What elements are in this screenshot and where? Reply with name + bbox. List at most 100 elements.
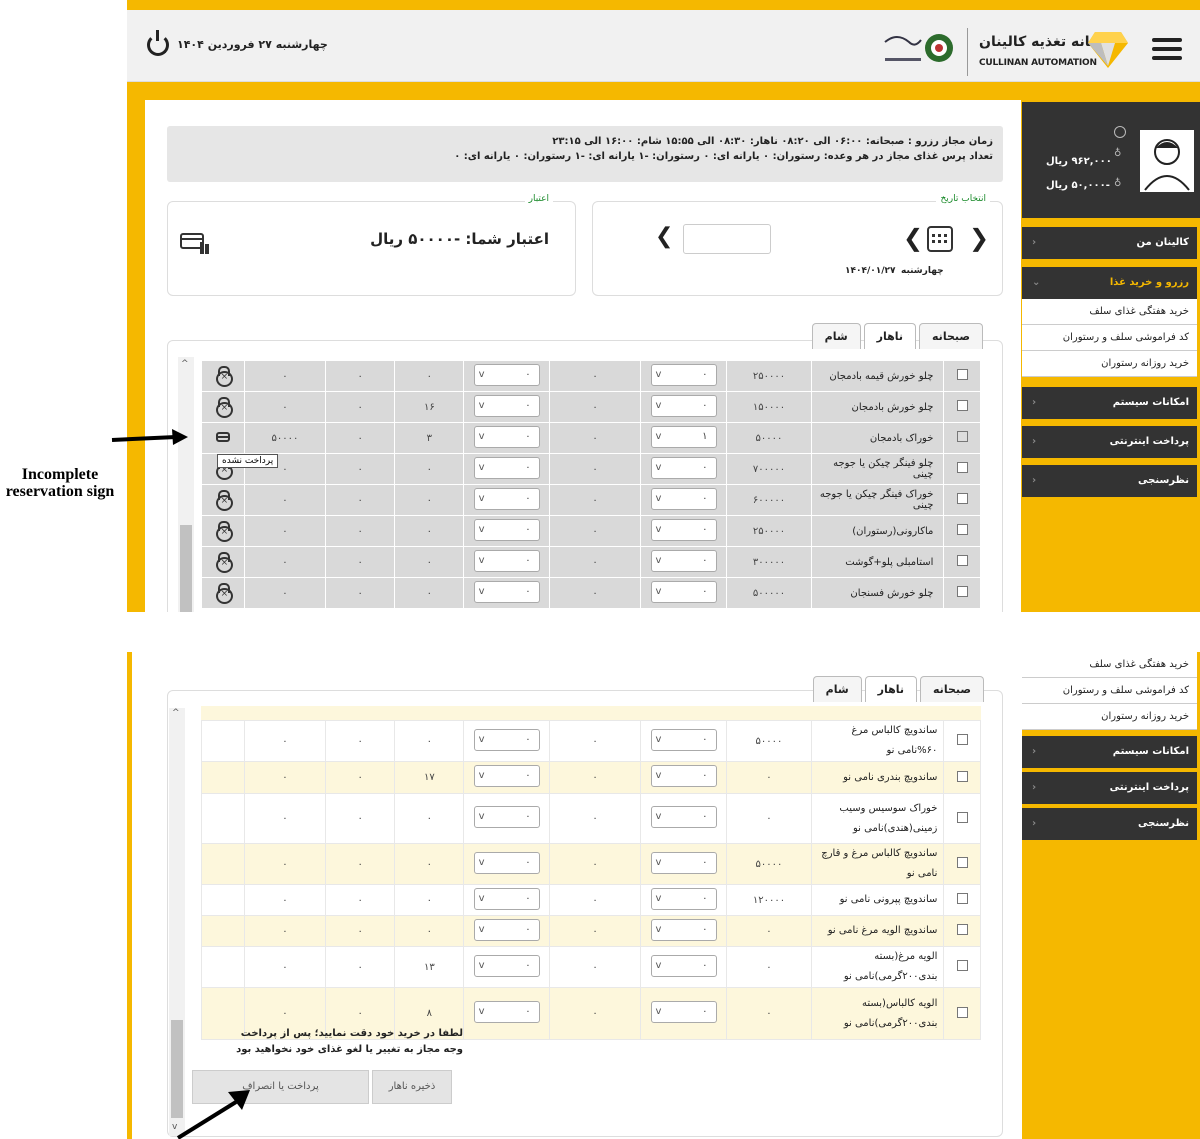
table-row: چلو خورش قیمه بادمجان ۲۵۰۰۰۰ ۰ v ۰ ۰ v ۰ ۰ ۰: [201, 360, 981, 392]
sidebar-sub-weekly[interactable]: خرید هفتگی غذای سلف: [1022, 652, 1197, 678]
quantity-select[interactable]: ۰v: [650, 456, 717, 479]
lock-icon[interactable]: [215, 366, 233, 387]
row-checkbox[interactable]: [956, 1006, 968, 1018]
quantity-select[interactable]: ۰v: [650, 806, 717, 828]
diamond-logo-icon: [1087, 30, 1129, 70]
lock-icon[interactable]: [215, 490, 233, 511]
lock-icon[interactable]: [215, 397, 233, 418]
sidebar-sub-daily[interactable]: خرید روزانه رستوران: [1022, 351, 1197, 377]
quantity-select[interactable]: ۰v: [473, 728, 540, 751]
select-value: ۰: [702, 368, 708, 380]
sidebar-item-survey[interactable]: نظرسنجی ‹: [1022, 465, 1197, 497]
quantity-select[interactable]: ۰v: [473, 487, 540, 510]
quantity-select[interactable]: ۰v: [473, 394, 540, 417]
sidebar-item-survey[interactable]: نظرسنجی ‹: [1022, 808, 1197, 840]
scroll-thumb[interactable]: [180, 525, 192, 612]
menu-icon[interactable]: [1152, 38, 1182, 62]
scroll-up-icon[interactable]: ^: [181, 359, 189, 369]
sidebar-sub-forgot-code[interactable]: کد فراموشی سلف و رستوران: [1022, 678, 1197, 704]
row-checkbox[interactable]: [956, 555, 968, 566]
quantity-select[interactable]: ۰v: [650, 887, 717, 910]
date-input[interactable]: [683, 224, 771, 254]
unpaid-card-icon[interactable]: [215, 431, 230, 442]
sidebar-item-system[interactable]: امکانات سیستم ‹: [1022, 736, 1197, 768]
date-input-chevron-icon[interactable]: ❮: [655, 224, 673, 249]
balance-secondary: -۵۰,۰۰۰ ریال: [1046, 180, 1110, 191]
quantity-select[interactable]: ۰v: [473, 1001, 540, 1023]
chevron-down-icon: v: [478, 923, 485, 935]
quantity-select[interactable]: ۰v: [650, 487, 717, 510]
quantity-select[interactable]: ۰v: [650, 394, 717, 417]
power-icon[interactable]: [147, 30, 169, 56]
row-checkbox[interactable]: [956, 431, 968, 442]
next-day-chevron-icon[interactable]: ❮: [903, 224, 923, 252]
tab-breakfast[interactable]: صبحانه: [920, 676, 984, 702]
sidebar-item-system[interactable]: امکانات سیستم ‹: [1022, 387, 1197, 419]
lock-icon[interactable]: [215, 552, 233, 573]
row-checkbox[interactable]: [956, 369, 968, 380]
tab-dinner[interactable]: شام: [811, 323, 861, 349]
select-cell: ۰v: [463, 515, 550, 547]
quantity-select[interactable]: ۰v: [650, 580, 717, 603]
scroll-up-icon[interactable]: ^: [172, 708, 180, 718]
sidebar-item-payment[interactable]: پرداخت اینترنتی ‹: [1022, 772, 1197, 804]
row-checkbox[interactable]: [956, 924, 968, 935]
quantity-select[interactable]: ۰v: [650, 518, 717, 541]
quantity-select[interactable]: ۰v: [650, 1001, 717, 1023]
quantity-select[interactable]: ۰v: [473, 425, 540, 448]
table-row: ساندویچ پپرونی نامی نو ۱۲۰۰۰۰ ۰ v ۰ ۰ v ۰ ۰ ۰: [201, 884, 981, 916]
row-checkbox[interactable]: [956, 857, 968, 868]
tab-breakfast[interactable]: صبحانه: [919, 323, 983, 349]
quantity-select[interactable]: ۰v: [473, 363, 540, 386]
row-checkbox[interactable]: [956, 586, 968, 597]
quantity-select[interactable]: ۰v: [650, 851, 717, 874]
quantity-select[interactable]: ۰v: [473, 887, 540, 910]
sidebar-item-my-cullinan[interactable]: کالینان من ‹: [1022, 227, 1197, 259]
sidebar-sub-daily[interactable]: خرید روزانه رستوران: [1022, 704, 1197, 730]
quantity-select[interactable]: ۰v: [650, 549, 717, 572]
quantity-select[interactable]: ۰v: [473, 580, 540, 603]
select-value: ۰: [702, 770, 708, 781]
quantity-select[interactable]: ۰v: [650, 363, 717, 386]
quantity-select[interactable]: ۰v: [650, 918, 717, 941]
table-scrollbar[interactable]: ^: [178, 357, 194, 612]
tab-lunch[interactable]: ناهار: [864, 676, 918, 702]
value-cell: ۰: [325, 391, 396, 423]
quantity-select[interactable]: ۰v: [650, 954, 717, 977]
sidebar-item-payment[interactable]: پرداخت اینترنتی ‹: [1022, 426, 1197, 458]
row-checkbox[interactable]: [956, 734, 968, 745]
quantity-select[interactable]: ۰v: [473, 806, 540, 828]
row-checkbox[interactable]: [956, 524, 968, 535]
quantity-select[interactable]: ۱v: [650, 425, 717, 448]
sidebar-item-reserve[interactable]: رزرو و خرید غذا ⌄: [1022, 267, 1197, 299]
value-cell: ۱۳: [394, 946, 465, 988]
quantity-select[interactable]: ۰v: [473, 918, 540, 941]
quantity-select[interactable]: ۰v: [650, 765, 717, 787]
row-checkbox[interactable]: [956, 770, 968, 782]
row-checkbox[interactable]: [956, 493, 968, 504]
save-lunch-button[interactable]: ذخیره ناهار: [372, 1070, 452, 1104]
prev-day-chevron-icon[interactable]: ❯: [969, 224, 989, 252]
tab-dinner[interactable]: شام: [812, 676, 862, 702]
row-checkbox[interactable]: [956, 400, 968, 411]
checkbox-cell: [943, 793, 981, 844]
lock-icon[interactable]: [215, 583, 233, 604]
table-scrollbar-bottom[interactable]: ^ v: [169, 708, 185, 1136]
tab-lunch[interactable]: ناهار: [863, 323, 917, 349]
sidebar-sub-weekly[interactable]: خرید هفتگی غذای سلف: [1022, 299, 1197, 325]
row-checkbox[interactable]: [956, 811, 968, 823]
quantity-select[interactable]: ۰v: [473, 518, 540, 541]
quantity-select[interactable]: ۰v: [473, 456, 540, 479]
row-checkbox[interactable]: [956, 462, 968, 473]
sidebar-sub-forgot-code[interactable]: کد فراموشی سلف و رستوران: [1022, 325, 1197, 351]
quantity-select[interactable]: ۰v: [473, 851, 540, 874]
table-row: چلو فینگر چیکن یا جوجه چینی ۷۰۰۰۰۰ ۰ v ۰ ۰ v ۰ ۰…: [201, 453, 981, 485]
quantity-select[interactable]: ۰v: [650, 728, 717, 751]
lock-icon[interactable]: [215, 521, 233, 542]
quantity-select[interactable]: ۰v: [473, 765, 540, 787]
row-checkbox[interactable]: [956, 960, 968, 971]
calendar-icon[interactable]: [927, 226, 953, 252]
quantity-select[interactable]: ۰v: [473, 549, 540, 572]
row-checkbox[interactable]: [956, 893, 968, 904]
quantity-select[interactable]: ۰v: [473, 954, 540, 977]
